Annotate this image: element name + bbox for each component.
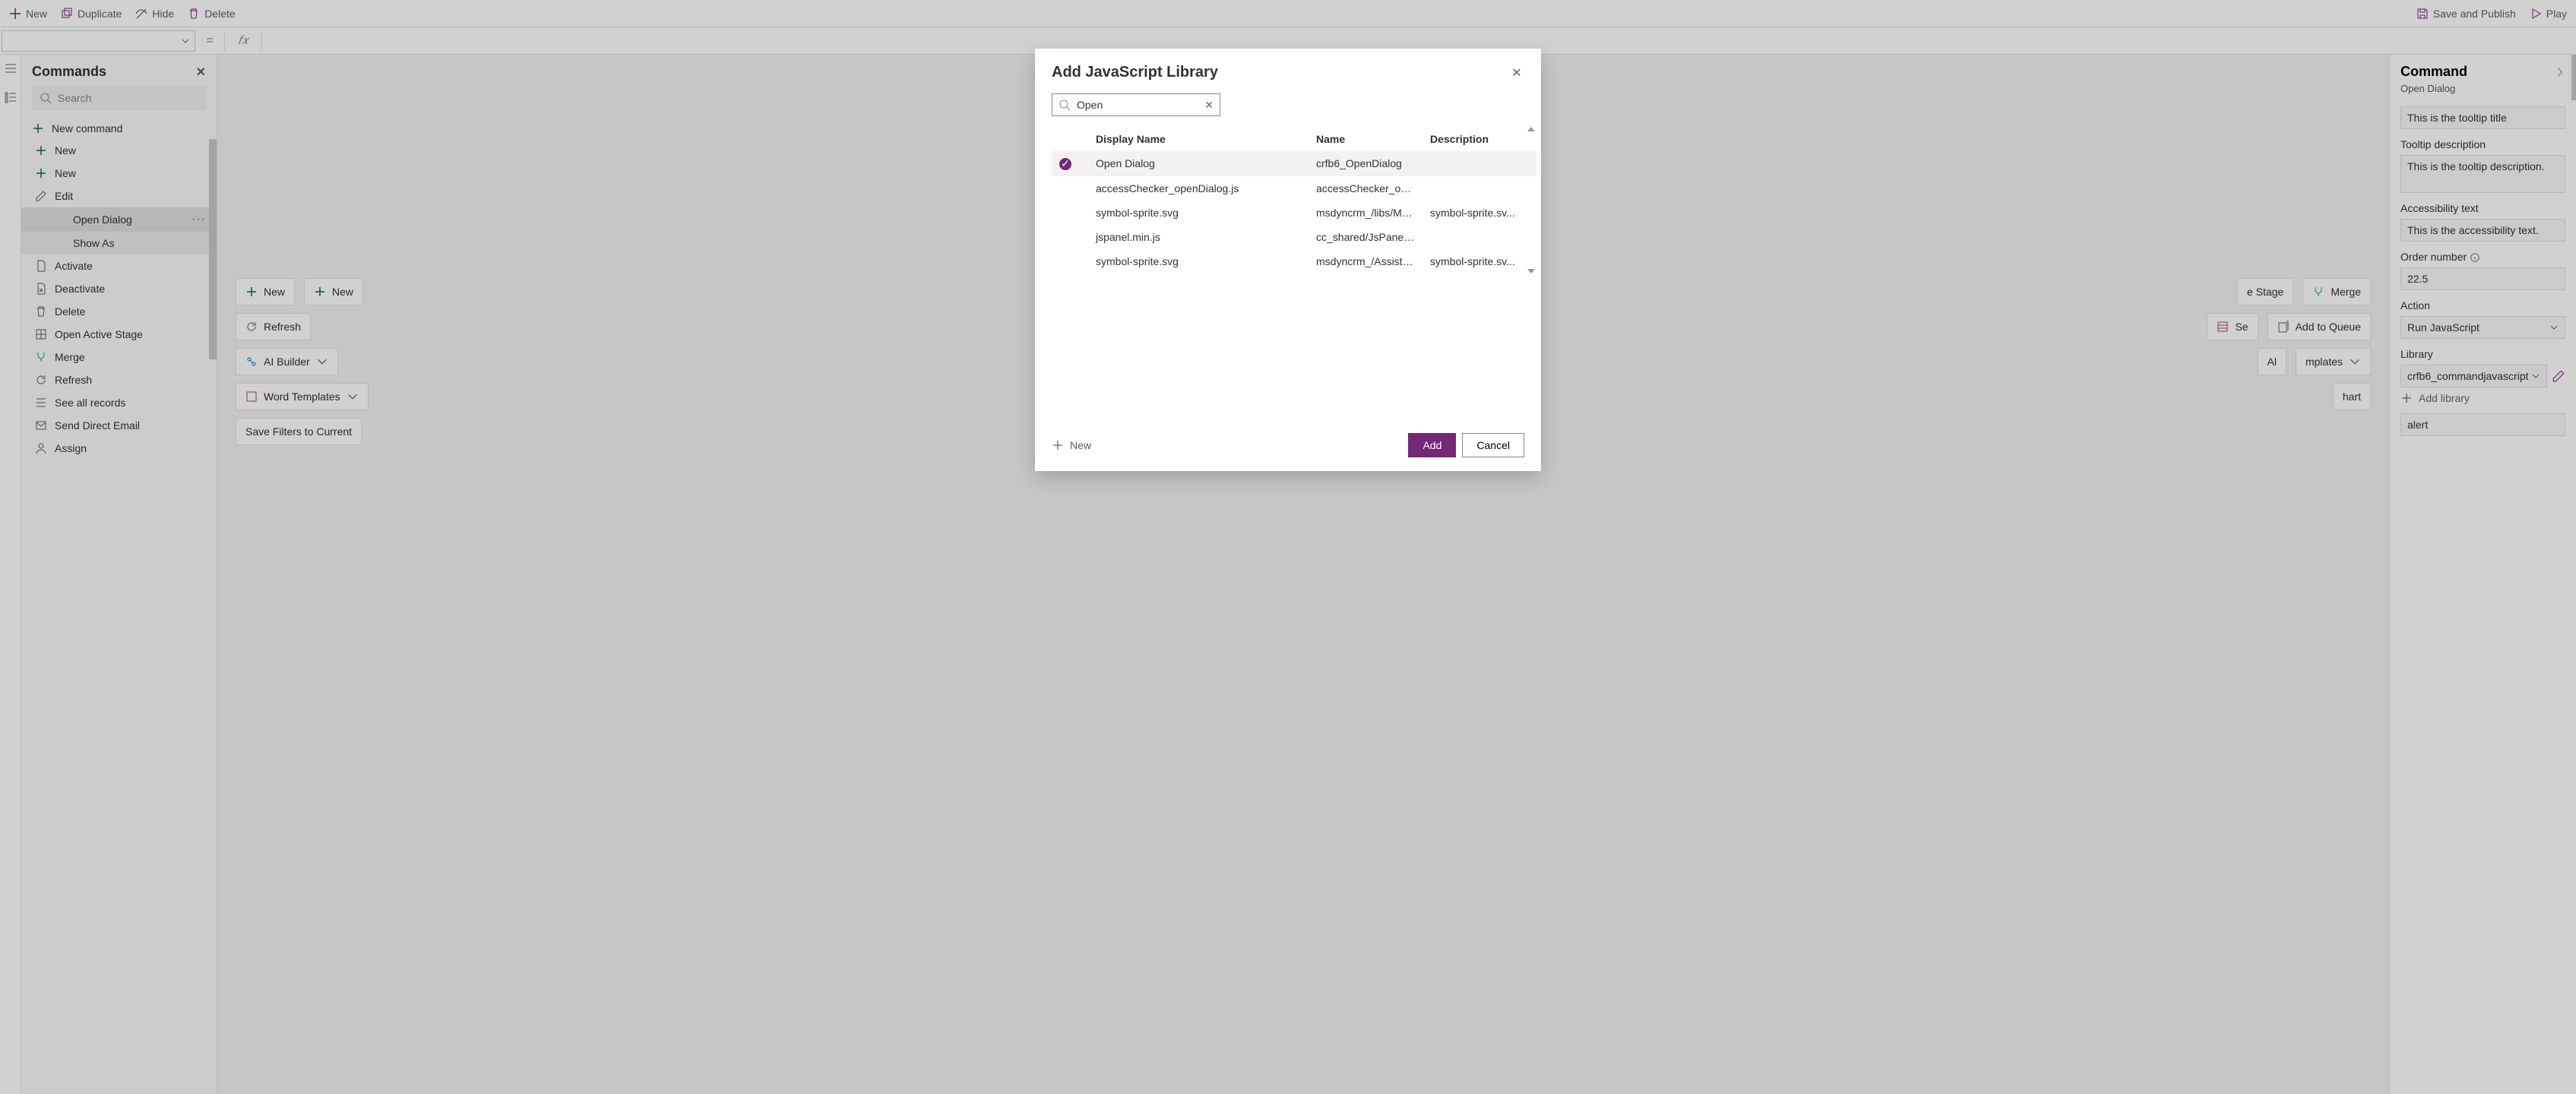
row-description (1422, 151, 1536, 176)
search-icon (1059, 99, 1071, 111)
modal-close-button[interactable]: ✕ (1509, 65, 1524, 81)
row-display-name: symbol-sprite.svg (1088, 201, 1309, 225)
modal-add-button[interactable]: Add (1408, 433, 1456, 457)
row-display-name: accessChecker_openDialog.js (1088, 176, 1309, 201)
row-name: msdyncrm_/AssistEditCo... (1309, 249, 1422, 274)
row-display-name: symbol-sprite.svg (1088, 249, 1309, 274)
row-display-name: Open Dialog (1088, 151, 1309, 176)
row-description: symbol-sprite.sv... (1422, 201, 1536, 225)
plus-icon (1052, 439, 1064, 451)
row-description (1422, 225, 1536, 249)
modal-title: Add JavaScript Library (1052, 64, 1218, 81)
col-description[interactable]: Description (1422, 127, 1536, 151)
row-name: cc_shared/JsPanel/4.6.0/... (1309, 225, 1422, 249)
library-row[interactable]: symbol-sprite.svgmsdyncrm_/AssistEditCo.… (1052, 249, 1536, 274)
modal-search-clear[interactable]: ✕ (1204, 99, 1214, 112)
modal-table-scrollbar[interactable] (1527, 127, 1535, 274)
col-name[interactable]: Name (1309, 127, 1422, 151)
library-row[interactable]: ✓ Open Dialogcrfb6_OpenDialog (1052, 151, 1536, 176)
col-display-name[interactable]: Display Name (1088, 127, 1309, 151)
row-description (1422, 176, 1536, 201)
row-name: crfb6_OpenDialog (1309, 151, 1422, 176)
row-name: accessChecker_openDial... (1309, 176, 1422, 201)
library-row[interactable]: symbol-sprite.svgmsdyncrm_/libs/Monaco..… (1052, 201, 1536, 225)
add-js-library-modal: Add JavaScript Library ✕ Open ✕ Display … (1035, 49, 1541, 471)
modal-new-label: New (1070, 439, 1091, 451)
col-check (1052, 127, 1088, 151)
library-row[interactable]: jspanel.min.jscc_shared/JsPanel/4.6.0/..… (1052, 225, 1536, 249)
scroll-down-arrow[interactable] (1527, 269, 1535, 274)
modal-search-input[interactable]: Open ✕ (1052, 93, 1220, 116)
modal-new-button[interactable]: New (1052, 439, 1091, 451)
modal-cancel-button[interactable]: Cancel (1462, 433, 1524, 457)
scroll-up-arrow[interactable] (1527, 127, 1535, 131)
modal-search-value: Open (1077, 99, 1103, 111)
checked-icon: ✓ (1059, 158, 1071, 170)
row-name: msdyncrm_/libs/Monaco... (1309, 201, 1422, 225)
row-description: symbol-sprite.sv... (1422, 249, 1536, 274)
row-display-name: jspanel.min.js (1088, 225, 1309, 249)
library-row[interactable]: accessChecker_openDialog.jsaccessChecker… (1052, 176, 1536, 201)
